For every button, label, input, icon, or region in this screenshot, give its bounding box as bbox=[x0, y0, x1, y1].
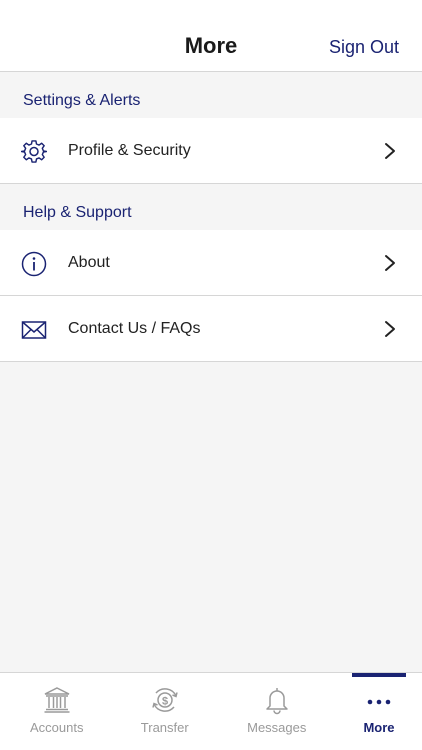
active-tab-indicator bbox=[352, 673, 406, 677]
bottom-tab-bar: Accounts $ Transfer Messages More bbox=[0, 672, 422, 750]
tab-label: More bbox=[363, 720, 395, 735]
menu-item-label: About bbox=[68, 254, 110, 271]
envelope-icon bbox=[21, 321, 47, 339]
more-dots-icon bbox=[367, 699, 391, 705]
section-header-help: Help & Support bbox=[0, 185, 422, 231]
chevron-right-icon bbox=[385, 143, 395, 159]
tab-label: Transfer bbox=[140, 720, 189, 735]
menu-item-contact-faqs[interactable]: Contact Us / FAQs bbox=[0, 296, 422, 362]
transfer-dollar-icon: $ bbox=[152, 688, 178, 712]
menu-item-label: Profile & Security bbox=[68, 142, 191, 159]
section-header-settings: Settings & Alerts bbox=[0, 73, 422, 119]
chevron-right-icon bbox=[385, 321, 395, 337]
section-title: Settings & Alerts bbox=[23, 92, 141, 109]
menu-item-about[interactable]: About bbox=[0, 230, 422, 296]
chevron-right-icon bbox=[385, 255, 395, 271]
section-title: Help & Support bbox=[23, 204, 132, 221]
gear-icon bbox=[21, 140, 47, 163]
bank-icon bbox=[44, 687, 70, 713]
sign-out-button[interactable]: Sign Out bbox=[329, 37, 399, 58]
tab-transfer[interactable]: $ Transfer bbox=[112, 673, 218, 750]
svg-text:$: $ bbox=[162, 696, 168, 708]
tab-label: Messages bbox=[247, 720, 307, 735]
bell-icon bbox=[266, 688, 288, 715]
info-icon bbox=[21, 251, 47, 277]
menu-item-label: Contact Us / FAQs bbox=[68, 320, 201, 337]
tab-label: Accounts bbox=[30, 720, 84, 735]
tab-messages[interactable]: Messages bbox=[224, 673, 330, 750]
top-bar: More Sign Out bbox=[0, 0, 422, 72]
menu-item-profile-security[interactable]: Profile & Security bbox=[0, 118, 422, 184]
tab-more[interactable]: More bbox=[352, 673, 406, 750]
more-screen: More Sign Out Settings & Alerts Profile … bbox=[0, 0, 422, 750]
tab-accounts[interactable]: Accounts bbox=[4, 673, 110, 750]
